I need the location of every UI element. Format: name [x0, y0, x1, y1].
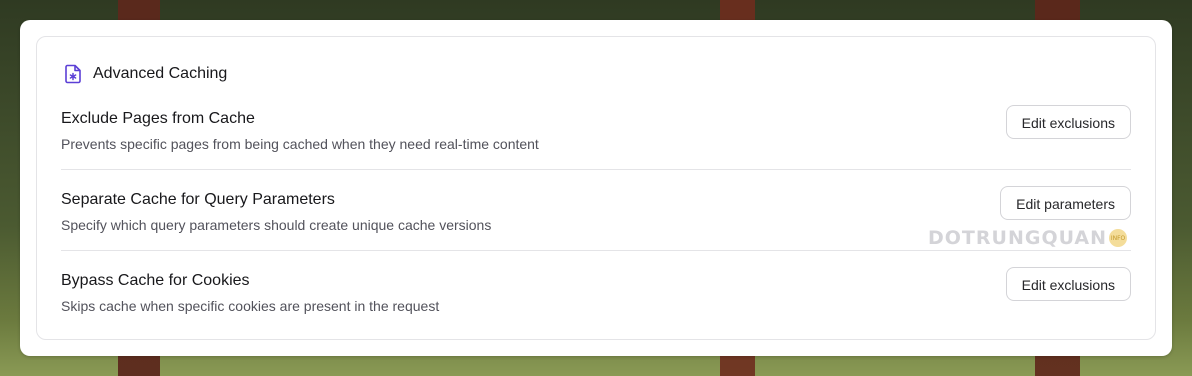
panel-title: Advanced Caching	[93, 65, 228, 82]
setting-title: Exclude Pages from Cache	[61, 110, 255, 127]
advanced-caching-panel: Advanced Caching Exclude Pages from Cach…	[36, 36, 1156, 340]
watermark-text: DOTRUNGQUAN	[928, 227, 1108, 249]
setting-row-exclude-pages: Exclude Pages from Cache Prevents specif…	[61, 89, 1131, 170]
watermark-badge: INFO	[1109, 229, 1128, 247]
setting-row-bypass-cookies: Bypass Cache for Cookies Skips cache whe…	[61, 251, 1131, 332]
setting-title: Bypass Cache for Cookies	[61, 272, 250, 289]
setting-description: Specify which query parameters should cr…	[61, 217, 492, 233]
panel-header: Advanced Caching	[63, 64, 227, 84]
edit-exclusions-button[interactable]: Edit exclusions	[1005, 105, 1131, 139]
edit-parameters-button[interactable]: Edit parameters	[1000, 186, 1131, 220]
setting-description: Skips cache when specific cookies are pr…	[61, 298, 440, 314]
settings-card: Advanced Caching Exclude Pages from Cach…	[20, 20, 1172, 356]
file-asterisk-icon	[63, 64, 83, 84]
edit-cookie-exclusions-button[interactable]: Edit exclusions	[1005, 267, 1131, 301]
setting-description: Prevents specific pages from being cache…	[61, 136, 539, 152]
watermark: DOTRUNGQUAN INFO	[928, 226, 1128, 250]
setting-title: Separate Cache for Query Parameters	[61, 191, 335, 208]
